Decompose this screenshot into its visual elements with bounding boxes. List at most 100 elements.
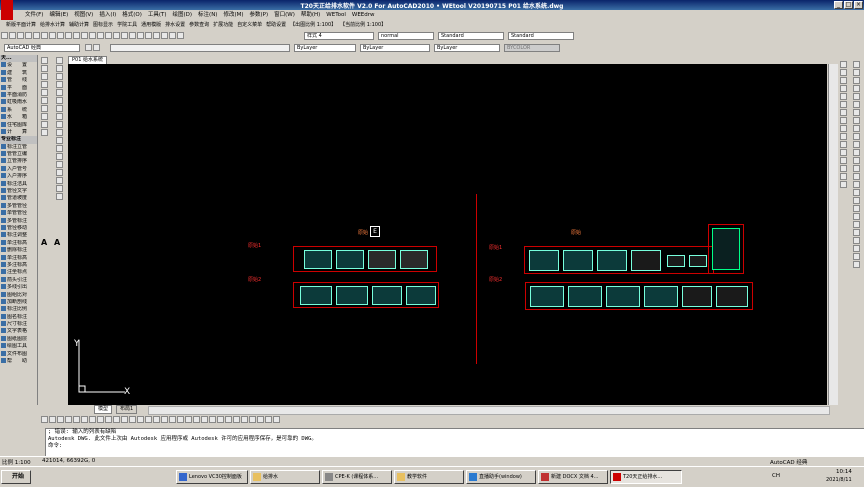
array-icon[interactable] — [840, 93, 847, 100]
join-icon[interactable] — [840, 157, 847, 164]
snap-tool-icon[interactable] — [217, 416, 224, 423]
zoom-window-icon[interactable] — [113, 32, 120, 39]
model-tab[interactable]: 模型 — [94, 405, 113, 414]
line-icon[interactable] — [56, 57, 63, 64]
snap-tool-icon[interactable] — [73, 416, 80, 423]
snap-tool-icon[interactable] — [273, 416, 280, 423]
panel-menu-item[interactable]: 系 统 — [0, 106, 37, 114]
hatch-icon[interactable] — [56, 161, 63, 168]
clock-time[interactable]: 10:14 — [836, 469, 852, 475]
tz-tool-icon[interactable] — [41, 81, 48, 88]
panel-tool-item[interactable]: 单注标高 — [0, 239, 37, 247]
panel-tool-item[interactable]: 立管排序 — [0, 158, 37, 165]
polyline-icon[interactable] — [56, 65, 63, 72]
erase-icon[interactable] — [840, 61, 847, 68]
move-icon[interactable] — [840, 101, 847, 108]
mtext-icon[interactable] — [56, 193, 63, 200]
snap-tool-icon[interactable] — [233, 416, 240, 423]
menu-dimension[interactable]: 标注(N) — [195, 10, 220, 20]
layout1-tab[interactable]: 布局1 — [116, 405, 138, 414]
panel-menu-item[interactable]: 文字表格 — [0, 328, 37, 335]
menu-weedrw[interactable]: WEEdrw — [349, 10, 378, 20]
extend-icon[interactable] — [840, 141, 847, 148]
panel-menu-item[interactable]: 平面消防 — [0, 91, 37, 99]
panel-tool-item[interactable]: 箭头引注 — [0, 276, 37, 284]
snap-tool-icon[interactable] — [257, 416, 264, 423]
vertical-scrollbar[interactable] — [828, 64, 838, 405]
snap-tool-icon[interactable] — [185, 416, 192, 423]
snap-icon[interactable] — [853, 173, 860, 180]
snap-tool-icon[interactable] — [41, 416, 48, 423]
pan-icon[interactable] — [97, 32, 104, 39]
snap-tool-icon[interactable] — [113, 416, 120, 423]
snap-icon[interactable] — [853, 141, 860, 148]
circle-icon[interactable] — [56, 97, 63, 104]
ellipse-arc-icon[interactable] — [56, 129, 63, 136]
ellipse-icon[interactable] — [56, 121, 63, 128]
output-scale[interactable]: 【出图比例 1:100】 — [288, 20, 338, 30]
panel-menu-item[interactable]: 平 面 — [0, 84, 37, 92]
right-sheet-row-1[interactable] — [524, 246, 714, 274]
panel-tool-item[interactable]: 入户管号 — [0, 165, 37, 173]
menu-window[interactable]: 窗口(W) — [271, 10, 298, 20]
snap-tool-icon[interactable] — [169, 416, 176, 423]
panel-menu-item[interactable]: 尺寸标注 — [0, 321, 37, 328]
mtext-a-icon[interactable]: A — [54, 238, 60, 247]
fillet-icon[interactable] — [840, 173, 847, 180]
panel-tool-item[interactable]: 标注立管 — [0, 143, 37, 151]
gradient-icon[interactable] — [56, 169, 63, 176]
mleader-style-select[interactable]: Standard — [508, 32, 574, 40]
tz-tool-icon[interactable] — [41, 89, 48, 96]
arc-icon[interactable] — [56, 89, 63, 96]
panel-tool-item[interactable]: 标注调整 — [0, 232, 37, 239]
menu-view[interactable]: 视图(V) — [71, 10, 96, 20]
panel-menu-item[interactable]: 住宅图库 — [0, 121, 37, 129]
snap-icon[interactable] — [853, 149, 860, 156]
make-block-icon[interactable] — [56, 145, 63, 152]
snap-tool-icon[interactable] — [177, 416, 184, 423]
tz-menu-item[interactable]: 新版平面计算 — [4, 20, 38, 30]
tz-menu-item[interactable]: 学院工具 — [115, 20, 139, 30]
panel-tool-item[interactable]: 删除标注 — [0, 247, 37, 254]
menu-params[interactable]: 参数(P) — [247, 10, 272, 20]
workspace-select[interactable]: AutoCAD 经典 — [4, 44, 80, 52]
tz-tool-icon[interactable] — [41, 97, 48, 104]
snap-tool-icon[interactable] — [249, 416, 256, 423]
task-live[interactable]: 直播助手(window) — [466, 470, 536, 484]
snap-icon[interactable] — [853, 237, 860, 244]
close-button[interactable]: × — [854, 1, 863, 9]
zoom-icon[interactable] — [105, 32, 112, 39]
lineweight-select[interactable]: ByLayer — [434, 44, 500, 52]
new-icon[interactable] — [1, 32, 8, 39]
tz-tool-icon[interactable] — [41, 113, 48, 120]
snap-icon[interactable] — [853, 85, 860, 92]
preview-icon[interactable] — [33, 32, 40, 39]
panel-tool-item[interactable]: 图名标注 — [0, 313, 37, 321]
snap-icon[interactable] — [853, 205, 860, 212]
task-docx[interactable]: 新建 DOCX 文档 4... — [538, 470, 608, 484]
explode-icon[interactable] — [840, 181, 847, 188]
snap-icon[interactable] — [853, 245, 860, 252]
layer-manager-icon[interactable] — [93, 44, 100, 51]
panel-menu-item[interactable]: 计 算 — [0, 128, 37, 136]
snap-tool-icon[interactable] — [201, 416, 208, 423]
tz-tool-icon[interactable] — [41, 57, 48, 64]
panel-menu-item[interactable]: 设 置 — [0, 62, 37, 69]
tz-menu-item[interactable]: 自定义菜单 — [235, 20, 264, 30]
menu-file[interactable]: 文件(F) — [22, 10, 46, 20]
panel-tool-item[interactable]: 加断剖线 — [0, 298, 37, 306]
region-icon[interactable] — [56, 177, 63, 184]
polygon-icon[interactable] — [56, 73, 63, 80]
start-button[interactable]: 开始 — [1, 470, 31, 484]
snap-icon[interactable] — [853, 229, 860, 236]
snap-tool-icon[interactable] — [161, 416, 168, 423]
tz-tool-icon[interactable] — [41, 105, 48, 112]
copy-icon[interactable] — [57, 32, 64, 39]
mirror-icon[interactable] — [840, 77, 847, 84]
command-window[interactable]: ; 错误: 输入的列表有缺陷 Autodesk DWG. 此文件上次由 Auto… — [45, 428, 864, 458]
panel-tool-item[interactable]: 标注洁具 — [0, 180, 37, 188]
workspace-settings-icon[interactable] — [85, 44, 92, 51]
panel-tool-item[interactable]: 标注比例 — [0, 306, 37, 313]
panel-tool-item[interactable]: 多管标注 — [0, 217, 37, 225]
panel-menu-item[interactable]: 绘图工具 — [0, 343, 37, 350]
